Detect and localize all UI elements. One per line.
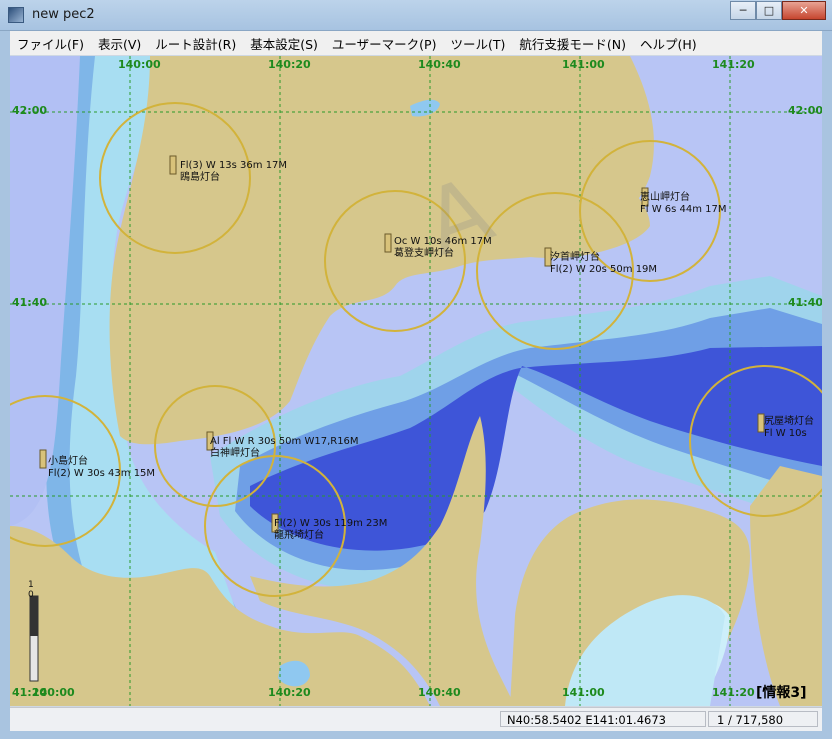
depth-scale-fill bbox=[30, 596, 38, 636]
menu-navigation[interactable]: 航行支援モード(N) bbox=[512, 34, 633, 53]
lighthouse-name: 龍飛埼灯台 bbox=[274, 530, 324, 541]
grid-label-bottom-2: 140:20 bbox=[268, 686, 311, 699]
grid-label-top-5: 141:20 bbox=[712, 58, 755, 71]
grid-label-left-2: 41:40 bbox=[12, 296, 48, 309]
lighthouse-light: Fl W 10s bbox=[764, 428, 807, 439]
cursor-coordinate: N40:58.5402 E141:01.4673 bbox=[500, 711, 706, 727]
info-badge[interactable]: [情報3] bbox=[756, 682, 807, 702]
lighthouse-name: 恵山岬灯台 bbox=[640, 192, 690, 203]
grid-label-bottom-5: 141:20 bbox=[712, 686, 755, 699]
lighthouse-tappizaki[interactable]: Fl(2) W 30s 119m 23M 龍飛埼灯台 bbox=[274, 518, 387, 542]
lighthouse-light: Fl(3) W 13s 36m 17M bbox=[180, 160, 288, 171]
lighthouse-light: Al Fl W R 30s 50m W17,R16M bbox=[210, 436, 359, 447]
chart-map-view[interactable]: A 140:00 140:20 140:40 141:00 141:20 42:… bbox=[10, 56, 822, 706]
grid-label-bottom-3: 140:40 bbox=[418, 686, 461, 699]
grid-label-top-2: 140:20 bbox=[268, 58, 311, 71]
lighthouse-shiokubimisaki[interactable]: 汐首岬灯台 Fl(2) W 20s 50m 19M bbox=[550, 252, 657, 276]
grid-label-bottom-1: 140:00 bbox=[32, 686, 75, 699]
grid-label-top-1: 140:00 bbox=[118, 58, 161, 71]
lighthouse-light: Fl(2) W 30s 119m 23M bbox=[274, 518, 388, 529]
nautical-chart[interactable]: A bbox=[10, 56, 822, 706]
grid-label-top-4: 141:00 bbox=[562, 58, 605, 71]
lighthouse-name: 鴎島灯台 bbox=[180, 172, 220, 183]
grid-label-left-1: 42:00 bbox=[12, 104, 48, 117]
grid-label-right-2: 41:40 bbox=[788, 296, 822, 309]
lighthouse-esanmisaki[interactable]: 恵山岬灯台 Fl W 6s 44m 17M bbox=[640, 192, 727, 216]
window-frame-bottom bbox=[0, 730, 832, 739]
lighthouse-light: Fl(2) W 30s 43m 15M bbox=[48, 468, 156, 479]
lighthouse-name: 葛登支岬灯台 bbox=[394, 248, 454, 259]
lighthouse-name: 汐首岬灯台 bbox=[550, 252, 600, 263]
lighthouse-light: Fl W 6s 44m 17M bbox=[640, 204, 727, 215]
close-button[interactable]: ✕ bbox=[782, 1, 826, 20]
window-title: new pec2 bbox=[32, 7, 95, 22]
lighthouse-name: 白神岬灯台 bbox=[210, 448, 260, 459]
lighthouse-kamomejima[interactable]: Fl(3) W 13s 36m 17M 鴎島灯台 bbox=[180, 160, 287, 184]
menu-tools[interactable]: ツール(T) bbox=[443, 34, 512, 53]
menu-help[interactable]: ヘルプ(H) bbox=[633, 34, 704, 53]
title-bar[interactable]: new pec2 ─ □ ✕ bbox=[0, 0, 832, 31]
lighthouse-name: 尻屋埼灯台 bbox=[764, 416, 814, 427]
app-icon bbox=[8, 7, 24, 23]
menu-bar: ファイル(F) 表示(V) ルート設計(R) 基本設定(S) ユーザーマーク(P… bbox=[10, 31, 822, 55]
grid-label-top-3: 140:40 bbox=[418, 58, 461, 71]
lighthouse-light: Oc W 10s 46m 17M bbox=[394, 236, 492, 247]
grid-label-bottom-4: 141:00 bbox=[562, 686, 605, 699]
window-frame-right bbox=[822, 30, 832, 739]
menu-file[interactable]: ファイル(F) bbox=[10, 34, 91, 53]
menu-usermark[interactable]: ユーザーマーク(P) bbox=[325, 34, 444, 53]
menu-settings[interactable]: 基本設定(S) bbox=[243, 34, 325, 53]
maximize-button[interactable]: □ bbox=[756, 1, 782, 20]
window-frame-left bbox=[0, 30, 10, 739]
lighthouse-light: Fl(2) W 20s 50m 19M bbox=[550, 264, 658, 275]
grid-label-right-1: 42:00 bbox=[788, 104, 822, 117]
lighthouse-katsurashimisaki[interactable]: Oc W 10s 46m 17M 葛登支岬灯台 bbox=[394, 236, 492, 260]
lighthouse-kojima[interactable]: 小島灯台 Fl(2) W 30s 43m 15M bbox=[48, 456, 155, 480]
window-controls: ─ □ ✕ bbox=[730, 1, 826, 21]
chart-scale: 1 / 717,580 bbox=[708, 711, 818, 727]
minimize-button[interactable]: ─ bbox=[730, 1, 756, 20]
lighthouse-shirakamimisaki[interactable]: Al Fl W R 30s 50m W17,R16M 白神岬灯台 bbox=[210, 436, 359, 460]
depth-scale-label: 1 0 bbox=[28, 580, 34, 600]
menu-route[interactable]: ルート設計(R) bbox=[148, 34, 243, 53]
lighthouse-shiriyazaki[interactable]: 尻屋埼灯台 Fl W 10s bbox=[764, 416, 814, 440]
status-bar: N40:58.5402 E141:01.4673 1 / 717,580 bbox=[10, 707, 822, 731]
menu-view[interactable]: 表示(V) bbox=[91, 34, 148, 53]
lighthouse-name: 小島灯台 bbox=[48, 456, 88, 467]
